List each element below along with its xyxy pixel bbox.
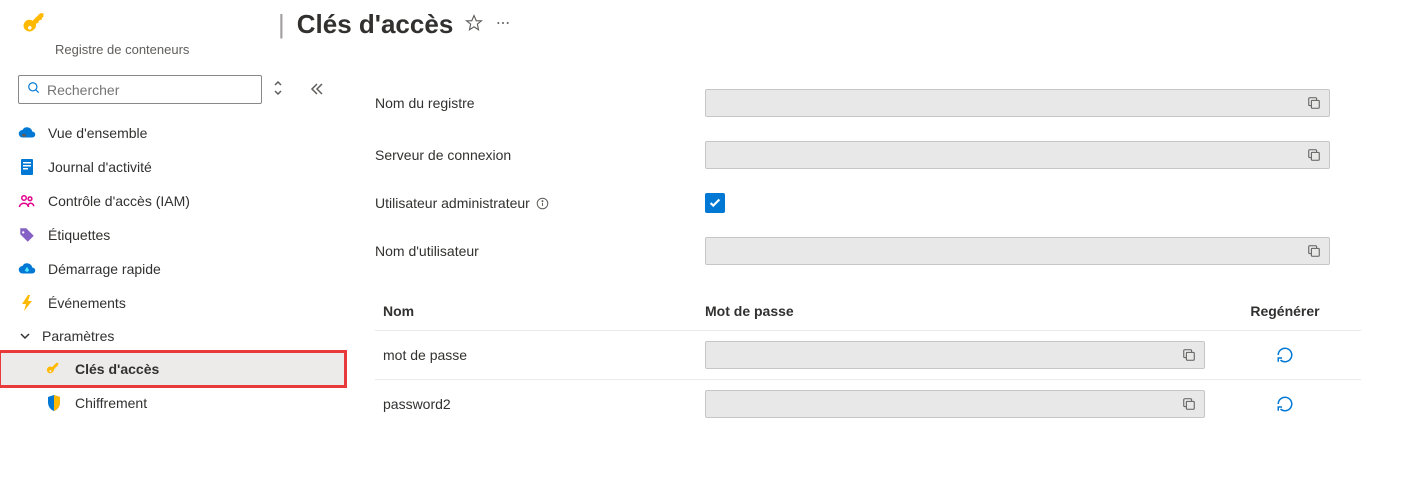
- separator: |: [278, 9, 285, 40]
- cloud-icon: [18, 124, 36, 142]
- sidebar-item-iam[interactable]: Contrôle d'accès (IAM): [0, 184, 345, 218]
- search-input[interactable]: [47, 82, 253, 98]
- tag-icon: [18, 226, 36, 244]
- expand-icon[interactable]: [270, 79, 286, 100]
- username-label: Nom d'utilisateur: [375, 243, 705, 259]
- info-icon[interactable]: [536, 197, 549, 210]
- sidebar-section-settings[interactable]: Paramètres: [0, 320, 345, 352]
- rocket-icon: [18, 260, 36, 278]
- people-icon: [18, 192, 36, 210]
- sidebar-item-label: Contrôle d'accès (IAM): [48, 193, 190, 209]
- copy-icon[interactable]: [1305, 146, 1323, 164]
- sidebar-section-label: Paramètres: [42, 328, 114, 344]
- copy-icon[interactable]: [1180, 395, 1198, 413]
- table-row: password2: [375, 379, 1361, 428]
- copy-icon[interactable]: [1305, 242, 1323, 260]
- sidebar-item-tags[interactable]: Étiquettes: [0, 218, 345, 252]
- registry-name-field: [705, 89, 1330, 117]
- sidebar: Vue d'ensemble Journal d'activité Contrô…: [0, 67, 345, 438]
- registry-name-input: [712, 96, 1305, 111]
- search-icon: [27, 81, 41, 98]
- sidebar-item-access-keys[interactable]: Clés d'accès: [0, 352, 345, 386]
- regenerate-button[interactable]: [1235, 395, 1335, 413]
- sidebar-item-label: Démarrage rapide: [48, 261, 161, 277]
- lightning-icon: [18, 294, 36, 312]
- more-icon[interactable]: [495, 15, 511, 34]
- sidebar-item-encryption[interactable]: Chiffrement: [0, 386, 345, 420]
- password-field: [705, 341, 1205, 369]
- username-field: [705, 237, 1330, 265]
- login-server-field: [705, 141, 1330, 169]
- favorite-icon[interactable]: [465, 14, 483, 35]
- copy-icon[interactable]: [1180, 346, 1198, 364]
- sidebar-item-label: Vue d'ensemble: [48, 125, 147, 141]
- sidebar-item-events[interactable]: Événements: [0, 286, 345, 320]
- password-row-name: mot de passe: [383, 347, 705, 363]
- login-server-input: [712, 148, 1305, 163]
- password-row-name: password2: [383, 396, 705, 412]
- search-input-wrapper[interactable]: [18, 75, 262, 104]
- regenerate-button[interactable]: [1235, 346, 1335, 364]
- password-input: [712, 397, 1180, 412]
- resource-type-label: Registre de conteneurs: [55, 42, 1401, 57]
- sidebar-item-overview[interactable]: Vue d'ensemble: [0, 116, 345, 150]
- registry-name-label: Nom du registre: [375, 95, 705, 111]
- username-input: [712, 244, 1305, 259]
- collapse-sidebar-icon[interactable]: [308, 80, 326, 100]
- admin-user-label: Utilisateur administrateur: [375, 195, 705, 211]
- shield-icon: [45, 394, 63, 412]
- table-row: mot de passe: [375, 330, 1361, 379]
- main-content: Nom du registre Serveur de connexion Uti…: [345, 67, 1401, 438]
- sidebar-item-label: Événements: [48, 295, 126, 311]
- key-icon: [45, 360, 63, 378]
- sidebar-item-label: Chiffrement: [75, 395, 147, 411]
- key-icon: [20, 8, 52, 40]
- col-regen-header: Regénérer: [1235, 303, 1335, 319]
- log-icon: [18, 158, 36, 176]
- chevron-down-icon: [18, 330, 32, 342]
- password-table-header: Nom Mot de passe Regénérer: [375, 293, 1361, 330]
- col-name-header: Nom: [383, 303, 705, 319]
- sidebar-item-quickstart[interactable]: Démarrage rapide: [0, 252, 345, 286]
- password-field: [705, 390, 1205, 418]
- login-server-label: Serveur de connexion: [375, 147, 705, 163]
- col-password-header: Mot de passe: [705, 303, 1235, 319]
- page-title: Clés d'accès: [297, 9, 454, 40]
- admin-user-checkbox[interactable]: [705, 193, 725, 213]
- copy-icon[interactable]: [1305, 94, 1323, 112]
- sidebar-item-label: Clés d'accès: [75, 361, 159, 377]
- password-input: [712, 348, 1180, 363]
- sidebar-item-label: Journal d'activité: [48, 159, 152, 175]
- sidebar-item-activity-log[interactable]: Journal d'activité: [0, 150, 345, 184]
- sidebar-item-label: Étiquettes: [48, 227, 110, 243]
